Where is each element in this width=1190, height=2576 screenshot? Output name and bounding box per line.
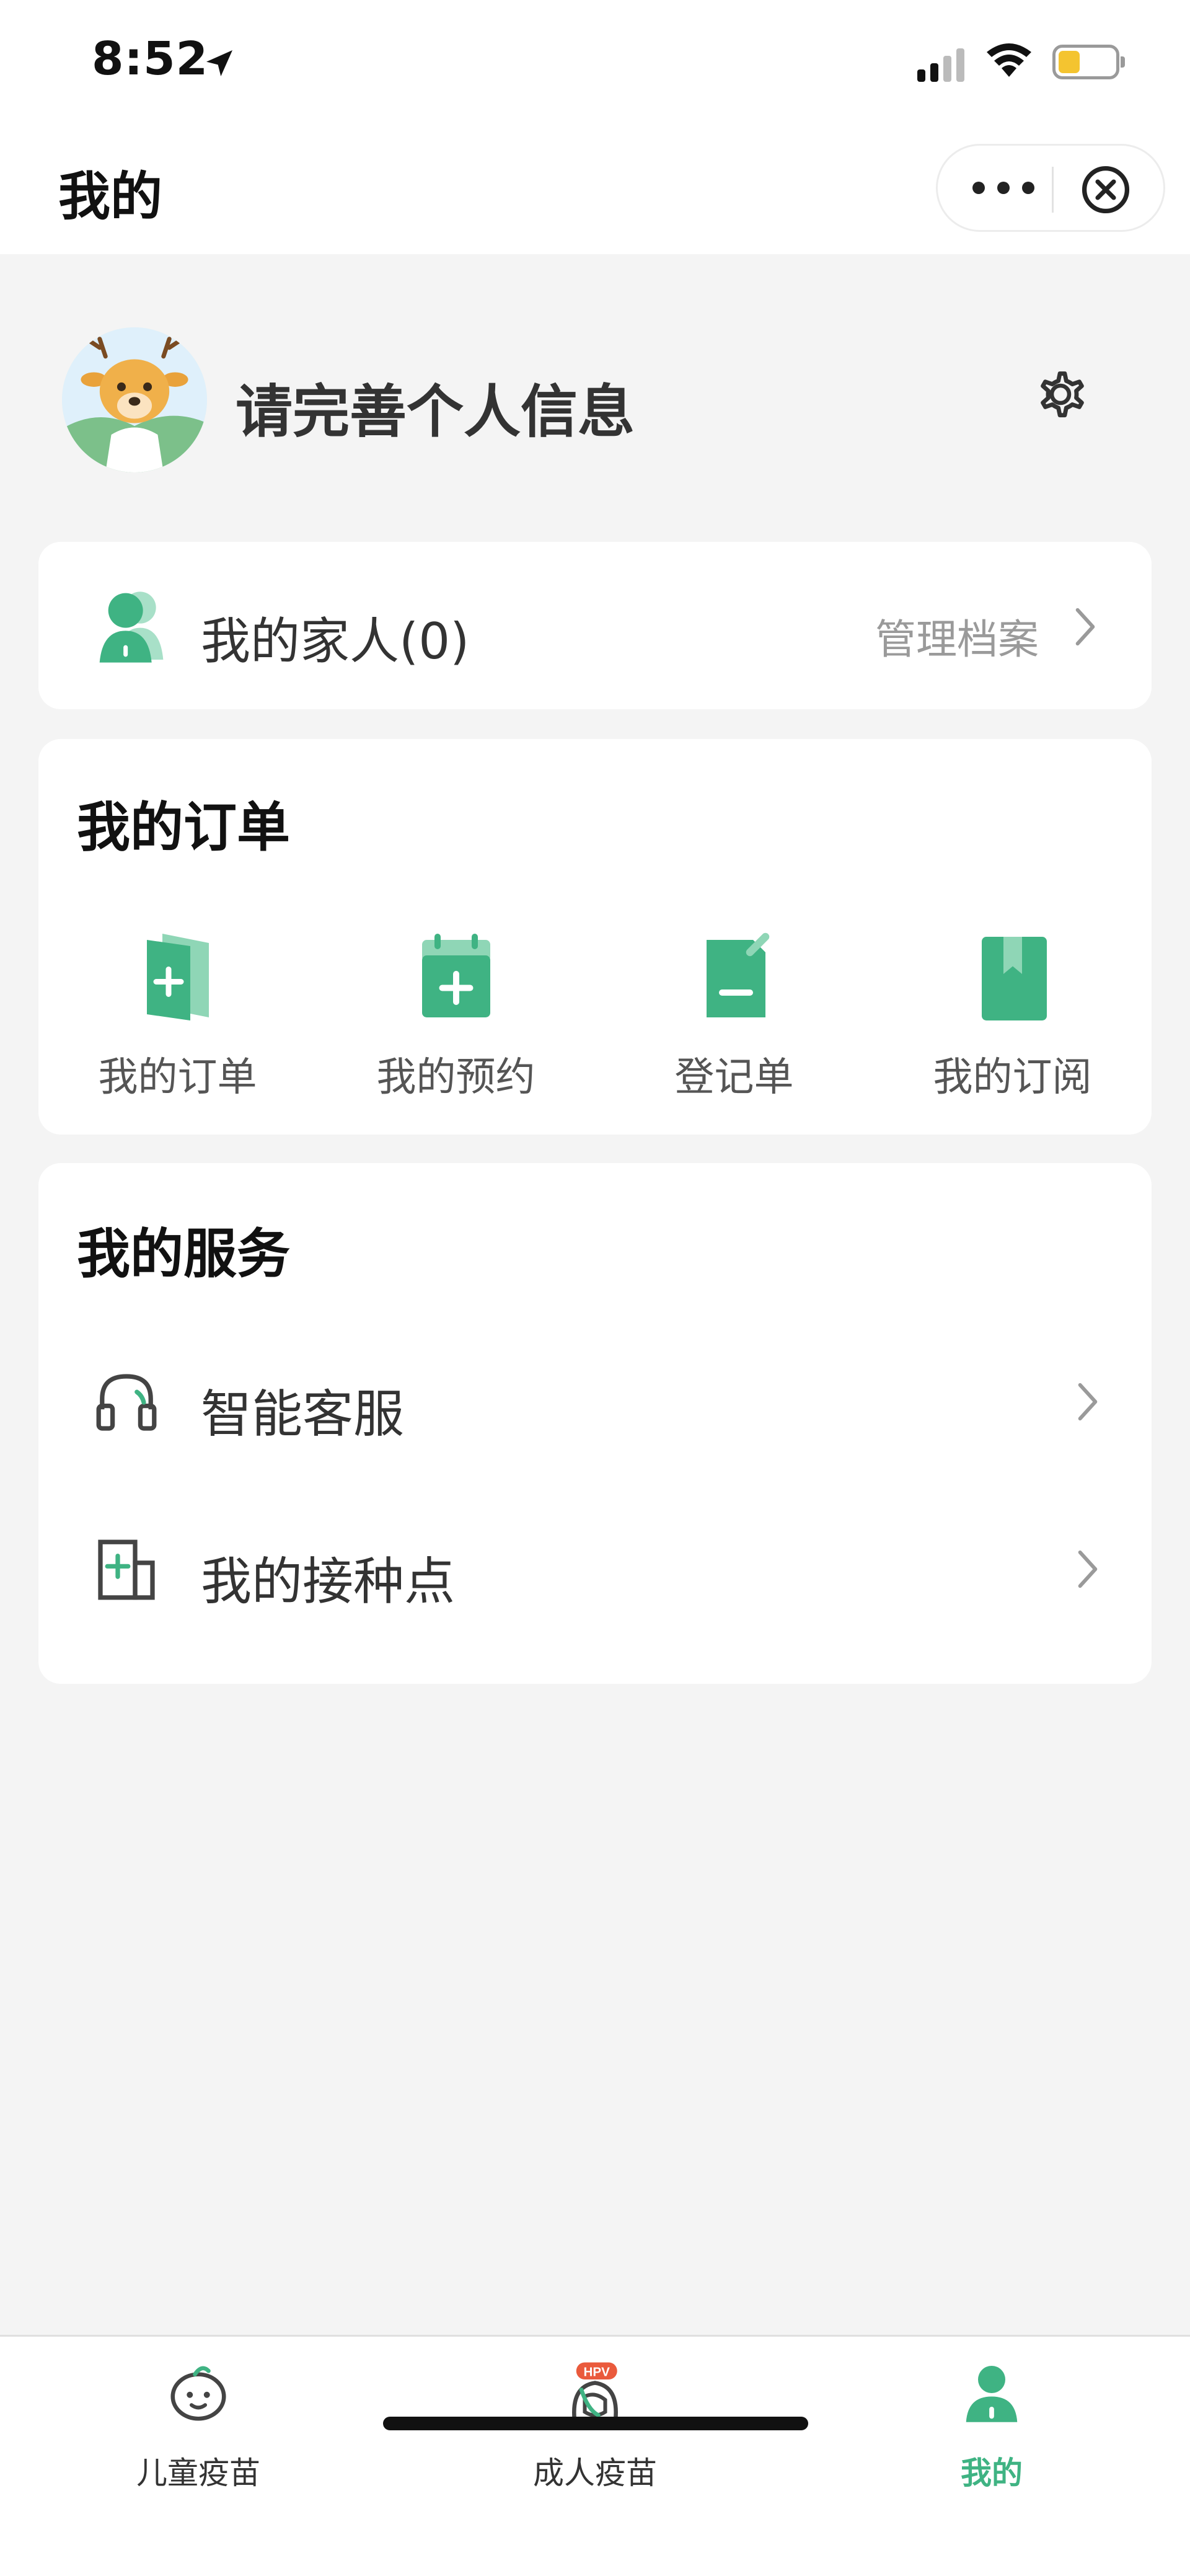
service-item-label: 智能客服 [201,1385,405,1444]
tab-label: 我的 [961,2455,1023,2491]
services-section-title: 我的服务 [77,1223,290,1285]
order-item-label: 我的订单 [98,1055,257,1100]
tab-label: 成人疫苗 [533,2455,657,2491]
capsule-divider [1052,167,1054,213]
avatar[interactable] [62,327,207,472]
status-time: 8:52 [92,32,209,86]
deer-avatar-icon [62,327,207,472]
calendar-plus-icon [421,934,490,1017]
baby-face-icon [170,2366,226,2421]
settings-gear-icon[interactable] [1026,360,1095,429]
more-icon[interactable] [972,182,1034,194]
battery-icon [1052,45,1125,79]
order-doc-icon [146,934,209,1020]
order-item-my-orders[interactable]: 我的订单 [38,927,317,1113]
order-item-label: 登记单 [674,1055,794,1100]
wifi-icon [987,43,1031,77]
edit-doc-icon [706,932,769,1017]
chevron-right-icon [1078,1550,1098,1588]
hpv-badge: HPV [584,2365,610,2379]
family-label: 我的家人(0) [201,613,470,670]
cellular-signal-icon [917,48,964,82]
order-item-label: 我的预约 [376,1055,536,1100]
headset-icon [96,1374,157,1431]
service-item-vaccination-site[interactable]: 我的接种点 [38,1490,1152,1645]
close-icon[interactable] [1079,163,1132,216]
tab-label: 儿童疫苗 [136,2455,260,2491]
chevron-right-icon [1075,608,1095,646]
service-item-label: 我的接种点 [201,1552,456,1611]
tab-child-vaccines[interactable]: 儿童疫苗 [0,2337,397,2498]
family-member-icon [99,591,164,663]
bookmark-icon [981,937,1047,1020]
orders-card: 我的订单 我的订单 我的预约 登记单 我的订阅 [38,739,1152,1135]
order-item-subscriptions[interactable]: 我的订阅 [873,927,1152,1113]
order-item-label: 我的订阅 [933,1055,1092,1100]
location-arrow-icon [206,50,232,76]
order-item-appointments[interactable]: 我的预约 [317,927,595,1113]
page-title: 我的 [58,166,163,227]
orders-section-title: 我的订单 [77,797,290,859]
services-card: 我的服务 智能客服 我的接种点 [38,1163,1152,1684]
service-item-smart-support[interactable]: 智能客服 [38,1323,1152,1478]
profile-name[interactable]: 请完善个人信息 [236,366,635,448]
tab-mine[interactable]: 我的 [793,2337,1190,2498]
top-bar: 8:52 我的 [0,0,1190,254]
home-indicator [383,2417,808,2430]
miniprogram-capsule [936,144,1165,232]
manage-records-link[interactable]: 管理档案 [875,606,1039,666]
bottom-tab-bar: 儿童疫苗 HPV 成人疫苗 我的 [0,2335,1190,2576]
chevron-right-icon [1078,1383,1098,1421]
clinic-icon [98,1539,155,1600]
family-card[interactable]: 我的家人(0) 管理档案 [38,542,1152,709]
person-icon [966,2366,1018,2422]
order-item-registration[interactable]: 登记单 [595,927,873,1113]
